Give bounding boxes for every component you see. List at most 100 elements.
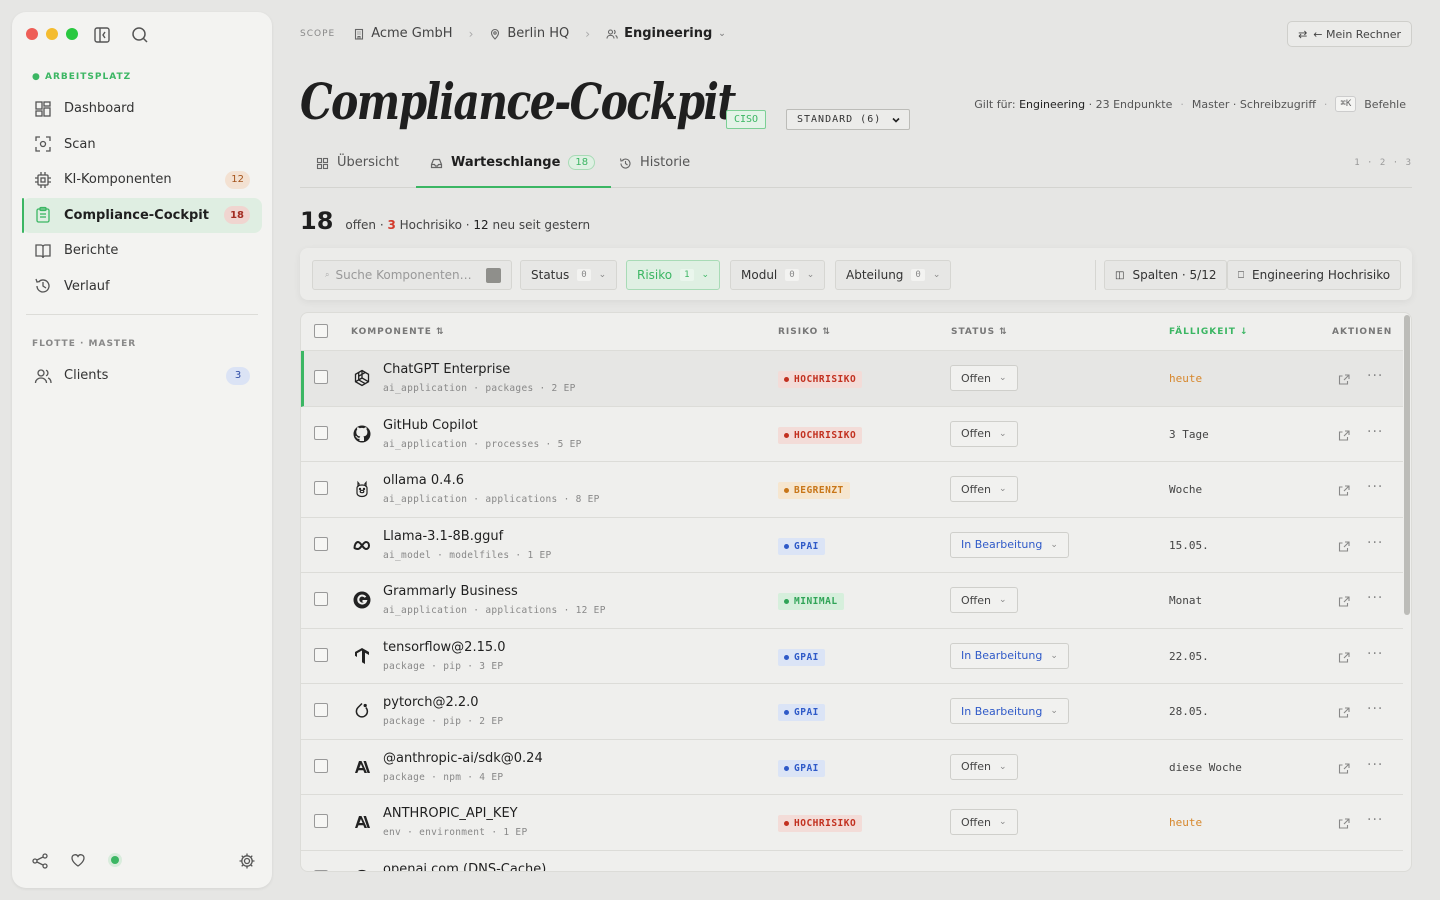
saved-view-button[interactable]: ⎕ Engineering Hochrisiko — [1227, 260, 1402, 290]
open-external-icon[interactable] — [1338, 649, 1351, 663]
sidebar-item-verlauf[interactable]: Verlauf — [22, 269, 262, 304]
row-checkbox[interactable] — [314, 481, 328, 495]
sidebar-item-dashboard[interactable]: Dashboard — [22, 91, 262, 126]
open-external-icon[interactable] — [1338, 482, 1351, 496]
tab-historie[interactable]: Historie — [619, 148, 690, 188]
column-header-risk[interactable]: RISIKO ⇅ — [778, 327, 831, 337]
table-row[interactable]: openai.com (DNS-Cache) — [301, 851, 1403, 872]
status-dropdown[interactable]: In Bearbeitung ⌄ — [950, 531, 1069, 558]
search-icon[interactable] — [130, 25, 150, 45]
search-input[interactable]: ⌕ Suche Komponenten… — [312, 260, 512, 290]
select-all-checkbox[interactable] — [314, 324, 328, 338]
component-name[interactable]: pytorch@2.2.0 — [383, 695, 479, 710]
share-icon[interactable] — [31, 852, 49, 870]
component-name[interactable]: ollama 0.4.6 — [383, 473, 464, 488]
table-row[interactable]: pytorch@2.2.0 package · pip · 2 EP GPAI … — [301, 684, 1403, 740]
row-checkbox[interactable] — [314, 703, 328, 717]
more-actions-icon[interactable]: ··· — [1367, 368, 1383, 384]
status-label: Offen — [961, 593, 991, 607]
sidebar-item-clients[interactable]: Clients 3 — [22, 358, 262, 393]
row-checkbox[interactable] — [314, 425, 328, 440]
close-window-button[interactable] — [26, 28, 38, 40]
status-dropdown[interactable]: Offen ⌄ — [950, 420, 1018, 447]
component-name[interactable]: tensorflow@2.15.0 — [383, 640, 506, 655]
status-dropdown[interactable]: Offen ⌄ — [950, 365, 1018, 391]
table-row[interactable]: Llama-3.1-8B.gguf ai_model · modelfiles … — [301, 518, 1403, 573]
sidebar-toggle-icon[interactable] — [92, 25, 112, 45]
breadcrumb-team[interactable]: Engineering ⌄ — [606, 26, 726, 41]
maximize-window-button[interactable] — [66, 28, 78, 40]
open-external-icon[interactable] — [1338, 371, 1351, 385]
more-actions-icon[interactable]: ··· — [1367, 812, 1383, 828]
scrollbar[interactable] — [1403, 313, 1411, 871]
status-filter[interactable]: Status 0 ⌄ — [520, 260, 618, 290]
table-row[interactable]: ChatGPT Enterprise ai_application · pack… — [301, 351, 1403, 407]
mein-rechner-button[interactable]: ⇄ ← Mein Rechner — [1287, 21, 1412, 47]
risk-badge: HOCHRISIKO — [778, 371, 863, 388]
row-checkbox[interactable] — [314, 370, 328, 384]
open-external-icon[interactable] — [1338, 815, 1351, 829]
status-dropdown[interactable]: Offen ⌄ — [950, 809, 1018, 835]
page-indicator[interactable]: 1 · 2 · 3 — [1354, 158, 1412, 168]
component-name[interactable]: GitHub Copilot — [383, 418, 478, 433]
open-external-icon[interactable] — [1338, 704, 1351, 718]
status-dropdown[interactable]: In Bearbeitung ⌄ — [950, 642, 1069, 669]
heart-icon[interactable] — [69, 851, 87, 869]
risiko-filter[interactable]: Risiko 1 ⌄ — [626, 260, 721, 290]
table-row[interactable]: ANTHROPIC_API_KEY env · environment · 1 … — [301, 795, 1403, 851]
open-external-icon[interactable] — [1338, 760, 1351, 774]
table-row[interactable]: @anthropic-ai/sdk@0.24 package · npm · 4… — [301, 740, 1403, 795]
component-name[interactable]: ANTHROPIC_API_KEY — [383, 806, 518, 821]
row-checkbox[interactable] — [314, 647, 328, 662]
component-name[interactable]: openai.com (DNS-Cache) — [383, 862, 546, 872]
tab-warteschlange[interactable]: Warteschlange 18 — [416, 148, 612, 188]
component-name[interactable]: Llama-3.1-8B.gguf — [383, 529, 503, 544]
sidebar-item-compliance-cockpit[interactable]: Compliance-Cockpit 18 — [22, 197, 262, 233]
status-dropdown[interactable]: Offen ⌄ — [950, 476, 1018, 502]
sidebar-item-berichte[interactable]: Berichte — [22, 233, 262, 268]
more-actions-icon[interactable]: ··· — [1367, 590, 1383, 606]
sidebar-item-ki-komponenten[interactable]: KI-Komponenten 12 — [22, 162, 262, 197]
status-dropdown[interactable]: In Bearbeitung ⌄ — [950, 698, 1069, 724]
open-external-icon[interactable] — [1338, 593, 1351, 607]
table-row[interactable]: tensorflow@2.15.0 package · pip · 3 EP G… — [301, 629, 1403, 684]
row-checkbox[interactable] — [314, 592, 328, 606]
modul-filter[interactable]: Modul 0 ⌄ — [730, 260, 826, 290]
row-checkbox[interactable] — [314, 869, 328, 871]
column-header-due[interactable]: FÄLLIGKEIT ↓ — [1169, 327, 1248, 337]
gear-icon[interactable] — [238, 852, 256, 870]
more-actions-icon[interactable]: ··· — [1367, 646, 1383, 662]
table-row[interactable]: GitHub Copilot ai_application · processe… — [301, 407, 1403, 462]
more-actions-icon[interactable]: ··· — [1367, 701, 1383, 717]
scrollbar-thumb[interactable] — [1404, 315, 1410, 615]
more-actions-icon[interactable]: ··· — [1367, 424, 1383, 440]
profile-select[interactable]: STANDARD (6) — [786, 109, 911, 130]
more-actions-icon[interactable]: ··· — [1367, 535, 1383, 551]
row-checkbox[interactable] — [314, 814, 328, 828]
columns-button[interactable]: ◫ Spalten · 5/12 — [1104, 260, 1228, 290]
location-pin-icon — [491, 28, 500, 40]
column-header-status[interactable]: STATUS ⇅ — [951, 327, 1008, 337]
status-dropdown[interactable]: Offen ⌄ — [950, 587, 1018, 613]
tab-uebersicht[interactable]: Übersicht — [316, 148, 399, 188]
minimize-window-button[interactable] — [46, 28, 58, 40]
more-actions-icon[interactable]: ··· — [1367, 479, 1383, 495]
column-header-component[interactable]: KOMPONENTE ⇅ — [351, 327, 444, 337]
status-dropdown[interactable]: Offen ⌄ — [950, 753, 1018, 780]
component-name[interactable]: @anthropic-ai/sdk@0.24 — [383, 751, 543, 766]
open-external-icon[interactable] — [1338, 538, 1351, 552]
open-external-icon[interactable] — [1338, 427, 1351, 441]
breadcrumb-org[interactable]: Acme GmbH — [353, 26, 453, 41]
component-name[interactable]: Grammarly Business — [383, 584, 518, 599]
commands-button[interactable]: Befehle — [1364, 98, 1406, 111]
breadcrumb-site[interactable]: Berlin HQ — [489, 26, 569, 41]
sidebar-item-scan[interactable]: Scan — [22, 127, 262, 162]
row-checkbox[interactable] — [314, 758, 328, 773]
component-name[interactable]: ChatGPT Enterprise — [383, 362, 510, 377]
table-row[interactable]: Grammarly Business ai_application · appl… — [301, 573, 1403, 629]
table-row[interactable]: ollama 0.4.6 ai_application · applicatio… — [301, 462, 1403, 518]
row-checkbox[interactable] — [314, 536, 328, 551]
abteilung-filter[interactable]: Abteilung 0 ⌄ — [835, 260, 952, 290]
more-actions-icon[interactable]: ··· — [1367, 757, 1383, 773]
status-label: In Bearbeitung — [961, 538, 1043, 551]
